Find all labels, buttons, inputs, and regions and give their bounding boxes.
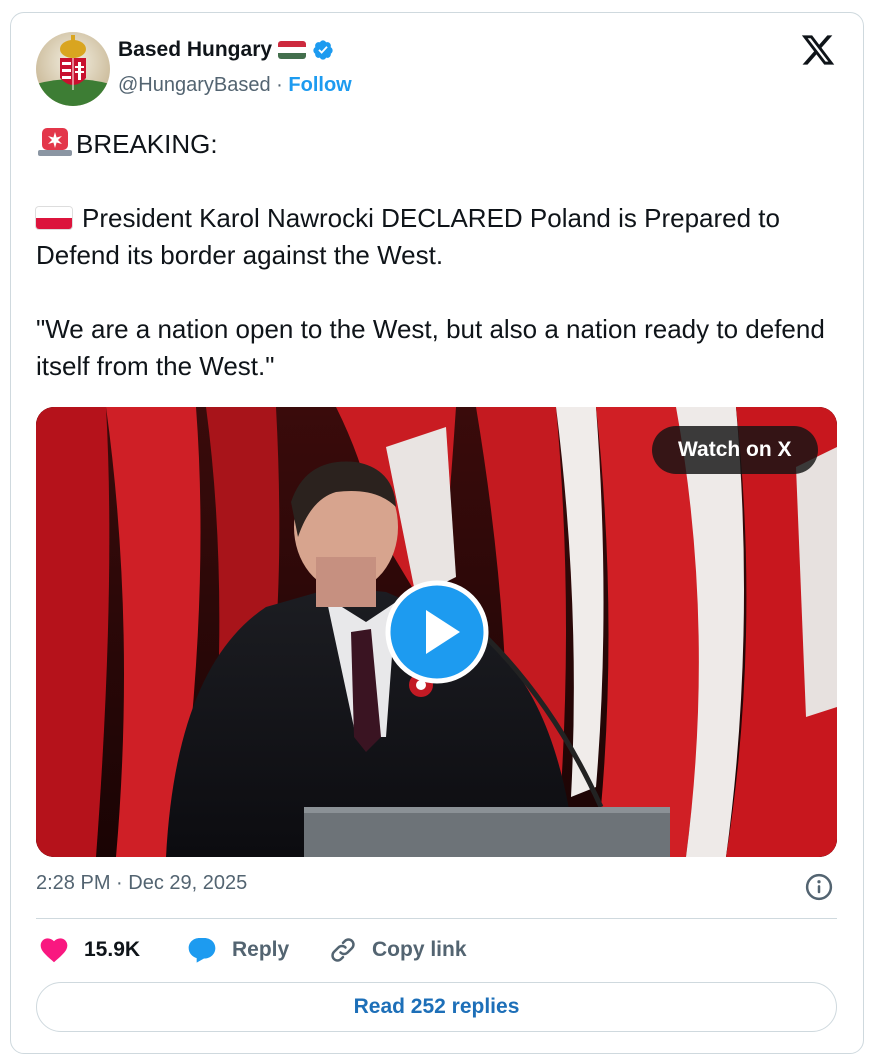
copy-link-button[interactable]: Copy link: [328, 932, 467, 968]
like-count: 15.9K: [84, 938, 141, 961]
tweet-body-line: President Karol Nawrocki DECLARED Poland…: [36, 203, 780, 270]
copy-link-label: Copy link: [372, 938, 467, 961]
tweet-quote: "We are a nation open to the West, but a…: [36, 314, 825, 381]
x-logo-icon[interactable]: [800, 32, 836, 68]
avatar[interactable]: [36, 32, 110, 106]
hungary-flag-icon: [278, 41, 307, 59]
heart-icon: [40, 938, 68, 963]
follow-link[interactable]: Follow: [288, 74, 351, 96]
author-name[interactable]: Based Hungary: [118, 38, 272, 62]
verified-badge-icon: [313, 40, 333, 60]
reply-label: Reply: [232, 938, 290, 961]
reply-bubble-icon: [188, 938, 216, 963]
separator-dot: ·: [276, 74, 283, 96]
tweet-text: BREAKING: President Karol Nawrocki DECLA…: [36, 126, 836, 385]
author-handle-row: @HungaryBased · Follow: [118, 74, 352, 97]
watch-on-x-button[interactable]: Watch on X: [652, 426, 818, 474]
play-button-icon[interactable]: [385, 580, 489, 684]
poland-flag-icon: [36, 207, 72, 229]
read-replies-button[interactable]: Read 252 replies: [36, 982, 837, 1032]
link-icon: [331, 938, 355, 962]
breaking-label: BREAKING:: [76, 129, 218, 159]
author-handle[interactable]: @HungaryBased: [118, 74, 271, 96]
tweet-timestamp[interactable]: 2:28 PM · Dec 29, 2025: [36, 872, 247, 895]
siren-icon: [38, 128, 72, 156]
divider: [36, 918, 837, 919]
info-icon[interactable]: [804, 872, 834, 902]
like-button[interactable]: 15.9K: [38, 932, 140, 968]
reply-button[interactable]: Reply: [186, 932, 289, 968]
author-name-row[interactable]: Based Hungary: [118, 38, 334, 62]
